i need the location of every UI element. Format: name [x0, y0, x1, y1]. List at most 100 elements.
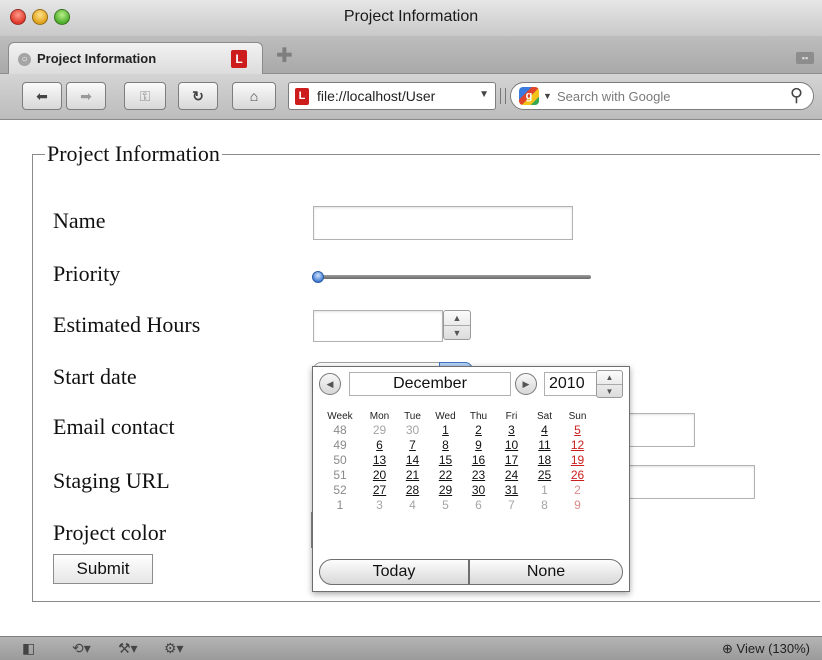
- calendar-header-sun: Sun: [568, 410, 587, 422]
- priority-slider-thumb[interactable]: [312, 271, 324, 283]
- url-text[interactable]: file://localhost/User: [317, 88, 471, 104]
- calendar-day[interactable]: 7: [396, 438, 429, 453]
- calendar-day[interactable]: 15: [429, 453, 462, 468]
- week-number: 48: [333, 423, 347, 437]
- back-arrow-icon[interactable]: ⬅: [22, 82, 62, 110]
- calendar-day[interactable]: 11: [528, 438, 561, 453]
- name-label: Name: [53, 208, 106, 233]
- calendar-day[interactable]: 20: [363, 468, 396, 483]
- calendar-header-tue: Tue: [404, 410, 421, 422]
- year-stepper[interactable]: ▲ ▼: [596, 370, 623, 398]
- date-picker-popup: ◀ December ▶ 2010 ▲ ▼ Week Mon Tue Wed Thu Fr…: [312, 366, 630, 592]
- calendar-day[interactable]: 5: [561, 423, 594, 438]
- status-bar: ◧ ⟲▾ ⚒▾ ⚙▾ ⊕ View (130%): [0, 636, 822, 660]
- calendar-day[interactable]: 3: [495, 423, 528, 438]
- calendar-week-row: 49 6 7 8 9 10 11 12: [317, 438, 594, 453]
- calendar-header-wed: Wed: [435, 410, 456, 422]
- calendar-day[interactable]: 27: [363, 483, 396, 498]
- window-title: Project Information: [343, 8, 479, 25]
- calendar-day[interactable]: 28: [396, 483, 429, 498]
- site-identity-icon: L: [295, 88, 309, 105]
- calendar-day[interactable]: 30: [462, 483, 495, 498]
- week-number: 51: [333, 468, 347, 482]
- calendar-grid: Week Mon Tue Wed Thu Fri Sat Sun 48 29 30 1 2 3 4 5 49 6…: [317, 409, 594, 513]
- calendar-day[interactable]: 31: [495, 483, 528, 498]
- sidebar-toggle-icon[interactable]: ◧: [22, 640, 35, 657]
- tab-bar: ○ Project Information L ✚ ▪▪: [0, 36, 822, 74]
- tab-project-information[interactable]: ○ Project Information L: [8, 42, 263, 74]
- calendar-day[interactable]: 16: [462, 453, 495, 468]
- submit-button[interactable]: Submit: [53, 554, 153, 584]
- previous-month-icon[interactable]: ◀: [319, 373, 341, 395]
- name-input[interactable]: [313, 206, 573, 240]
- search-bar[interactable]: g ▼ Search with Google ⚲: [510, 82, 814, 110]
- none-button[interactable]: None: [469, 559, 623, 585]
- search-icon[interactable]: ⚲: [790, 85, 803, 106]
- key-icon[interactable]: ⚿: [124, 82, 166, 110]
- calendar-day[interactable]: 13: [363, 453, 396, 468]
- calendar-week-row: 52 27 28 29 30 31 1 2: [317, 483, 594, 498]
- calendar-day[interactable]: 21: [396, 468, 429, 483]
- calendar-day[interactable]: 9: [462, 438, 495, 453]
- calendar-day[interactable]: 6: [363, 438, 396, 453]
- addon-icon[interactable]: ⚒▾: [118, 640, 138, 657]
- sync-icon[interactable]: ⟲▾: [72, 640, 91, 657]
- calendar-day[interactable]: 25: [528, 468, 561, 483]
- extension-icon[interactable]: L: [231, 50, 247, 68]
- today-button[interactable]: Today: [319, 559, 469, 585]
- calendar-day[interactable]: 22: [429, 468, 462, 483]
- calendar-day[interactable]: 14: [396, 453, 429, 468]
- calendar-header-mon: Mon: [369, 410, 390, 422]
- calendar-header-thu: Thu: [469, 410, 488, 422]
- calendar-header-sat: Sat: [536, 410, 552, 422]
- year-up-icon[interactable]: ▲: [597, 371, 622, 384]
- tab-label: Project Information: [37, 51, 157, 66]
- search-engine-dropdown-icon[interactable]: ▼: [543, 91, 552, 101]
- calendar-day[interactable]: 4: [528, 423, 561, 438]
- settings-gear-icon[interactable]: ⚙▾: [164, 640, 184, 657]
- calendar-day[interactable]: 18: [528, 453, 561, 468]
- priority-slider-track[interactable]: [315, 275, 591, 279]
- new-tab-plus-icon[interactable]: ✚: [276, 46, 293, 66]
- next-month-icon[interactable]: ▶: [515, 373, 537, 395]
- calendar-day[interactable]: 1: [429, 423, 462, 438]
- calendar-day[interactable]: 12: [561, 438, 594, 453]
- staging-url-input[interactable]: [613, 465, 755, 499]
- calendar-day[interactable]: 24: [495, 468, 528, 483]
- reload-icon[interactable]: ↻: [178, 82, 218, 110]
- calendar-day[interactable]: 17: [495, 453, 528, 468]
- calendar-day[interactable]: 19: [561, 453, 594, 468]
- calendar-day[interactable]: 8: [429, 438, 462, 453]
- url-bar[interactable]: L file://localhost/User ▼: [288, 82, 496, 110]
- month-select[interactable]: December: [349, 372, 511, 396]
- hours-stepper[interactable]: ▲ ▼: [443, 310, 471, 340]
- calendar-day[interactable]: 23: [462, 468, 495, 483]
- url-dropdown-icon[interactable]: ▼: [479, 89, 489, 100]
- priority-label: Priority: [53, 261, 121, 286]
- zoom-icon: ⊕: [722, 641, 733, 656]
- calendar-day: 6: [475, 498, 482, 512]
- forward-arrow-icon[interactable]: ➡: [66, 82, 106, 110]
- calendar-day[interactable]: 29: [429, 483, 462, 498]
- project-color-label: Project color: [53, 520, 167, 545]
- calendar-day: 30: [405, 423, 420, 437]
- calendar-day[interactable]: 26: [561, 468, 594, 483]
- search-input[interactable]: Search with Google: [557, 89, 670, 104]
- calendar-day: 4: [409, 498, 416, 512]
- home-icon[interactable]: ⌂: [232, 82, 276, 110]
- calendar-day[interactable]: 10: [495, 438, 528, 453]
- calendar-header-row: Week Mon Tue Wed Thu Fri Sat Sun: [317, 409, 594, 423]
- year-down-icon[interactable]: ▼: [597, 384, 622, 397]
- calendar-day[interactable]: 2: [462, 423, 495, 438]
- window-titlebar: Project Information: [0, 0, 822, 36]
- year-input[interactable]: 2010: [544, 372, 598, 396]
- calendar-day: 5: [442, 498, 449, 512]
- estimated-hours-input[interactable]: [313, 310, 443, 342]
- hours-down-icon[interactable]: ▼: [444, 325, 470, 339]
- hours-up-icon[interactable]: ▲: [444, 311, 470, 325]
- calendar-week-row: 1 3 4 5 6 7 8 9: [317, 498, 594, 513]
- start-date-label: Start date: [53, 364, 137, 389]
- zoom-level[interactable]: ⊕ View (130%): [722, 641, 810, 657]
- tab-list-icon[interactable]: ▪▪: [796, 52, 814, 64]
- google-search-engine-icon[interactable]: g: [519, 87, 539, 105]
